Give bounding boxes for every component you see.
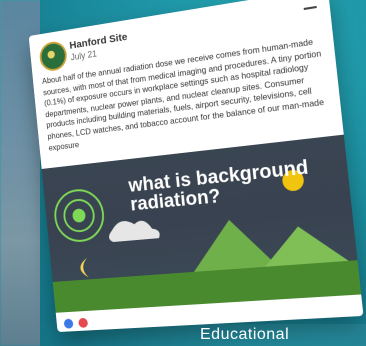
post-graphic[interactable]: what is background radiation? — [41, 134, 362, 313]
moon-icon — [79, 257, 89, 278]
mountain-icon — [188, 216, 278, 272]
facebook-post-card: Hanford Site July 21 About half of the a… — [28, 0, 364, 333]
footer-caption-text: Educational — [200, 326, 290, 343]
minus-icon[interactable] — [303, 5, 317, 11]
cloud-icon — [107, 217, 161, 243]
avatar[interactable] — [38, 39, 69, 73]
author-name[interactable]: Hanford Site — [69, 31, 128, 52]
footer-caption: Educational — [0, 324, 366, 346]
circle-icon — [71, 208, 87, 223]
mountain-icon — [261, 222, 349, 267]
